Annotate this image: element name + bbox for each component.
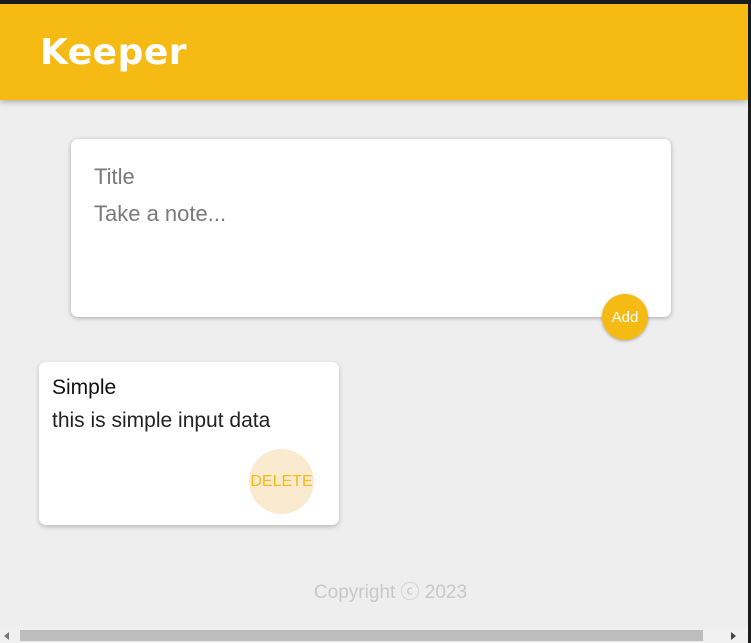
create-note-form <box>71 139 671 317</box>
app-header: Keeper <box>0 4 748 100</box>
note-title: Simple <box>52 376 117 399</box>
horizontal-scrollbar[interactable] <box>0 628 748 643</box>
copyright-text: Copyright ⓒ 2023 <box>313 582 468 603</box>
scroll-left-arrow-icon[interactable] <box>4 632 9 640</box>
scrollbar-thumb[interactable] <box>20 630 703 641</box>
app-title: Keeper <box>40 32 188 73</box>
note-content: this is simple input data <box>52 409 271 432</box>
scroll-right-arrow-icon[interactable] <box>731 632 736 640</box>
note-title-input[interactable] <box>94 163 634 191</box>
note-content-input[interactable] <box>94 201 634 281</box>
delete-note-button[interactable]: DELETE <box>249 449 314 514</box>
add-note-button[interactable]: Add <box>602 294 648 340</box>
note-card: Simple this is simple input data DELETE <box>39 362 339 525</box>
app-page: Keeper Add Simple this is simple input d… <box>0 0 751 643</box>
